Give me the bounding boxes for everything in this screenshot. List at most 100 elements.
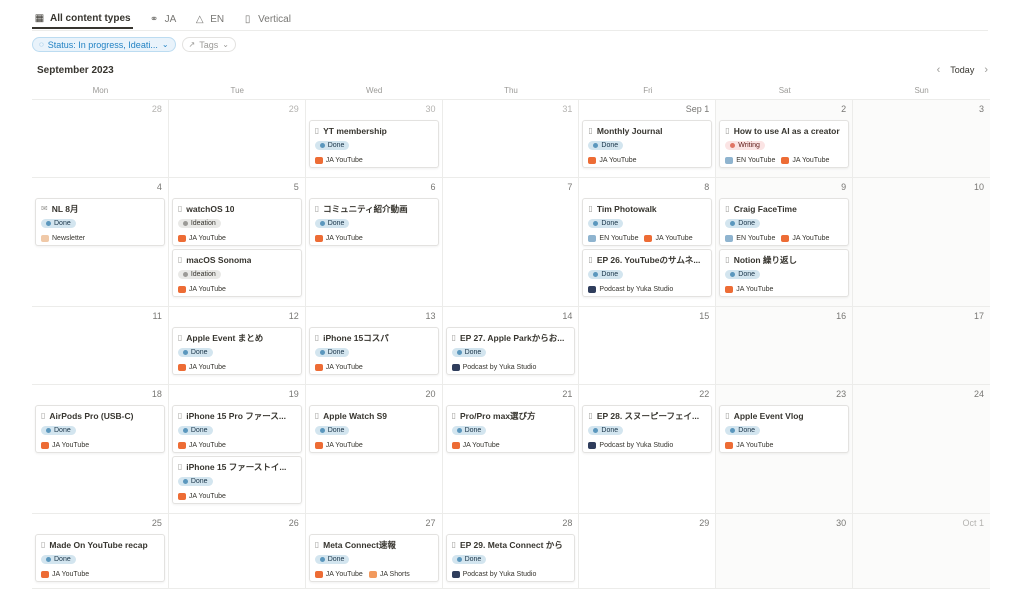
content-card[interactable]: ▯ YT membership Done JA YouTube <box>308 120 439 168</box>
content-card[interactable]: ▯ Notion 繰り返し Done JA YouTube <box>719 249 850 297</box>
yt-channel-icon <box>177 441 186 449</box>
day-cell[interactable]: 15 <box>579 307 717 385</box>
content-card[interactable]: ▯ Monthly Journal Done JA YouTube <box>582 120 713 168</box>
day-cell[interactable]: 7 <box>442 178 580 307</box>
day-cell[interactable]: 31 <box>442 100 580 178</box>
channel-label: Podcast by Yuka Studio <box>599 441 674 449</box>
status-row: Done <box>41 423 159 438</box>
status-filter[interactable]: ◌ Status: In progress, Ideati... ⌄ <box>32 37 176 52</box>
channel-label: JA YouTube <box>188 363 226 371</box>
content-card[interactable]: ▯ EP 29. Meta Connect から Done Podcast by Yu… <box>445 534 576 582</box>
day-cell[interactable]: 11 <box>32 307 169 385</box>
day-cell[interactable]: 3 <box>853 100 990 178</box>
day-cell[interactable]: 2 ▯ How to use AI as a creator Writing EN Yo… <box>716 100 854 178</box>
tab-ja[interactable]: ⚭ JA <box>147 9 179 29</box>
day-cell[interactable]: 5 ▯ watchOS 10 Ideation JA YouTube ▯ macOS Son… <box>168 178 306 307</box>
status-label: Done <box>327 142 345 149</box>
day-cell[interactable]: 26 <box>168 514 306 589</box>
content-card[interactable]: ▯ Meta Connect速報 Done JA YouTube JA Shorts <box>308 534 439 582</box>
content-card[interactable]: ▯ EP 28. スヌーピーフェイ... Done Podcast by Yuka S… <box>582 405 713 453</box>
status-dot-icon <box>319 350 325 355</box>
day-cell[interactable]: 28 <box>32 100 169 178</box>
day-cell[interactable]: 23 ▯ Apple Event Vlog Done JA YouTube <box>716 385 854 514</box>
day-cell[interactable]: 9 ▯ Craig FaceTime Done EN YouTube JA YouTube… <box>716 178 854 307</box>
content-card[interactable]: ▯ iPhone 15 ファーストイ... Done JA YouTube <box>171 456 302 504</box>
day-cell[interactable]: 13 ▯ iPhone 15コスパ Done JA YouTube <box>305 307 443 385</box>
day-cell[interactable]: 25 ▯ Made On YouTube recap Done JA YouTube <box>32 514 169 589</box>
content-card[interactable]: ▯ iPhone 15コスパ Done JA YouTube <box>308 327 439 375</box>
content-card[interactable]: ▯ EP 26. YouTubeのサムネ... Done Podcast by Yuk… <box>582 249 713 297</box>
channel-label: JA YouTube <box>599 156 637 164</box>
status-row: Ideation <box>177 216 296 231</box>
content-card[interactable]: ▯ iPhone 15 Pro ファース... Done JA YouTube <box>171 405 302 453</box>
card-title-text: Apple Event Vlog <box>733 410 804 421</box>
chevron-left-icon[interactable]: ‹ <box>937 64 941 76</box>
day-cell[interactable]: Sep 1 ▯ Monthly Journal Done JA YouTube <box>579 100 717 178</box>
content-card[interactable]: ▯ Apple Event Vlog Done JA YouTube <box>719 405 850 453</box>
status-filter-label: Status: In progress, Ideati... <box>47 39 158 50</box>
channel-label: EN YouTube <box>599 234 639 242</box>
status-label: Done <box>738 220 756 227</box>
day-cell[interactable]: 4 ✉ NL 8月 Done Newsletter <box>32 178 169 307</box>
chevron-right-icon[interactable]: › <box>984 64 988 76</box>
content-card[interactable]: ▯ Apple Watch S9 Done JA YouTube <box>308 405 439 453</box>
tab-en[interactable]: △ EN <box>192 9 226 29</box>
card-title-text: Craig FaceTime <box>733 203 797 214</box>
channel-tag: JA YouTube <box>177 492 226 500</box>
day-cell[interactable]: 17 <box>853 307 990 385</box>
day-cell[interactable]: Oct 1 <box>853 514 990 589</box>
day-cell[interactable]: 28 ▯ EP 29. Meta Connect から Done Podcast by … <box>442 514 580 589</box>
content-card[interactable]: ▯ Made On YouTube recap Done JA YouTube <box>35 534 165 582</box>
page-icon: ▯ <box>41 540 46 549</box>
day-number: Sep 1 <box>685 104 710 114</box>
day-cell[interactable]: 16 <box>716 307 854 385</box>
day-cell[interactable]: 19 ▯ iPhone 15 Pro ファース... Done JA YouTube ▯ i… <box>168 385 306 514</box>
day-cell[interactable]: 20 ▯ Apple Watch S9 Done JA YouTube <box>305 385 443 514</box>
day-cell[interactable]: 22 ▯ EP 28. スヌーピーフェイ... Done Podcast by Yuka… <box>579 385 717 514</box>
day-cell[interactable]: 14 ▯ EP 27. Apple Parkからお... Done Podcast by… <box>442 307 580 385</box>
day-cell[interactable]: 30 ▯ YT membership Done JA YouTube <box>305 100 443 178</box>
view-tabs: ▦ All content types ⚭ JA △ EN ▯ Vertical <box>32 8 293 30</box>
content-card[interactable]: ▯ Craig FaceTime Done EN YouTube JA YouTube <box>719 198 850 246</box>
status-label: Done <box>190 427 208 434</box>
today-button[interactable]: Today <box>950 65 974 75</box>
status-badge: Done <box>41 219 76 228</box>
tags-filter[interactable]: ↗ Tags ⌄ <box>181 37 236 52</box>
day-cell[interactable]: 30 <box>716 514 854 589</box>
day-cell[interactable]: 12 ▯ Apple Event まとめ Done JA YouTube <box>168 307 306 385</box>
content-card[interactable]: ▯ watchOS 10 Ideation JA YouTube <box>171 198 302 246</box>
status-badge: Done <box>725 426 761 435</box>
page-icon: ▯ <box>725 411 730 420</box>
channel-tag: JA YouTube <box>177 234 226 242</box>
day-cell[interactable]: 21 ▯ Pro/Pro max選び方 Done JA YouTube <box>442 385 580 514</box>
content-card[interactable]: ▯ How to use AI as a creator Writing EN You… <box>719 120 850 168</box>
content-card[interactable]: ▯ Apple Event まとめ Done JA YouTube <box>171 327 302 375</box>
status-row: Done <box>314 345 433 360</box>
tab-vertical[interactable]: ▯ Vertical <box>240 9 293 29</box>
content-card[interactable]: ▯ コミュニティ紹介動画 Done JA YouTube <box>308 198 439 246</box>
day-cell[interactable]: 8 ▯ Tim Photowalk Done EN YouTube JA YouTube ▯… <box>579 178 717 307</box>
status-row: Done <box>588 216 706 231</box>
day-cell[interactable]: 24 <box>853 385 990 514</box>
day-cell[interactable]: 6 ▯ コミュニティ紹介動画 Done JA YouTube <box>305 178 443 307</box>
yt-channel-icon <box>725 441 734 449</box>
content-card[interactable]: ▯ Tim Photowalk Done EN YouTube JA YouTube <box>582 198 713 246</box>
content-card[interactable]: ▯ macOS Sonoma Ideation JA YouTube <box>171 249 302 297</box>
status-label: Done <box>464 556 482 563</box>
day-cell[interactable]: 27 ▯ Meta Connect速報 Done JA YouTube JA Shorts <box>305 514 443 589</box>
content-card[interactable]: ✉ NL 8月 Done Newsletter <box>35 198 165 246</box>
channel-label: JA YouTube <box>325 570 363 578</box>
day-cell[interactable]: 10 <box>853 178 990 307</box>
status-label: Done <box>464 349 482 356</box>
day-cell[interactable]: 18 ▯ AirPods Pro (USB-C) Done JA YouTube <box>32 385 169 514</box>
content-card[interactable]: ▯ EP 27. Apple Parkからお... Done Podcast by Y… <box>445 327 576 375</box>
tab-all-content-types[interactable]: ▦ All content types <box>32 9 133 29</box>
status-label: Done <box>327 220 345 227</box>
page-icon: ▯ <box>588 204 593 213</box>
content-card[interactable]: ▯ AirPods Pro (USB-C) Done JA YouTube <box>35 405 165 453</box>
channel-list: JA YouTube <box>314 439 433 451</box>
day-cell[interactable]: 29 <box>168 100 306 178</box>
content-card[interactable]: ▯ Pro/Pro max選び方 Done JA YouTube <box>445 405 576 453</box>
channel-tag: JA YouTube <box>451 441 500 449</box>
day-cell[interactable]: 29 <box>579 514 717 589</box>
